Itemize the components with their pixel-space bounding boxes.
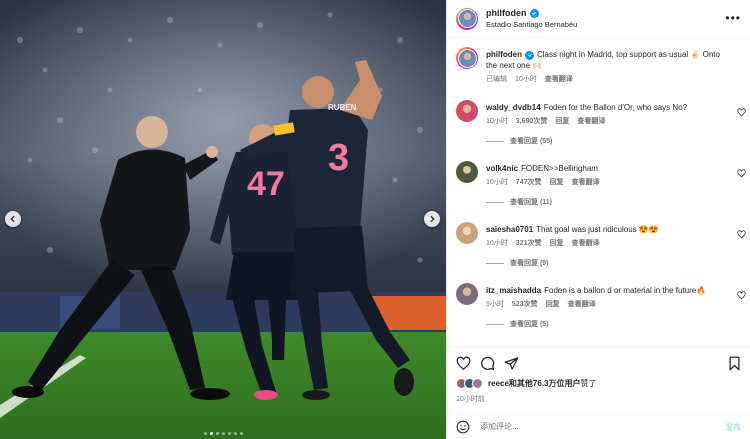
comment-likes[interactable]: 321次赞: [516, 238, 542, 248]
comment-translate-link[interactable]: 查看翻译: [577, 116, 605, 126]
bookmark-icon[interactable]: [727, 356, 742, 371]
verified-badge-icon: [525, 50, 534, 60]
carousel-dot: [203, 432, 207, 435]
caption-time[interactable]: 10小时: [515, 74, 537, 84]
carousel-dot: [215, 432, 219, 435]
view-replies-button[interactable]: 查看回复 (9): [486, 258, 724, 268]
comment-input[interactable]: [480, 422, 710, 431]
carousel-dot: [221, 432, 225, 435]
comment-avatar[interactable]: [456, 100, 478, 122]
view-replies-label: 查看回复 (5): [510, 321, 549, 328]
post-actions-bar: [447, 347, 750, 375]
carousel-dot: [239, 432, 243, 435]
likes-suffix: 赞了: [580, 379, 597, 388]
comment-translate-link[interactable]: 查看翻译: [568, 299, 596, 309]
comment-heart-icon[interactable]: [737, 230, 746, 239]
send-icon[interactable]: [504, 356, 519, 371]
comment-username[interactable]: saiesha0701: [486, 225, 533, 234]
comment-text: Foden for the Ballon d'Or, who says No?: [543, 103, 688, 112]
comment-username[interactable]: volk4nic: [486, 164, 518, 173]
comment-username[interactable]: itz_maishadda: [486, 286, 541, 295]
post-header: philfoden Estadio Santiago Bernabéu •••: [447, 0, 750, 38]
view-replies-button[interactable]: 查看回复 (55): [486, 136, 724, 146]
comment-avatar[interactable]: [456, 161, 478, 183]
view-replies-button[interactable]: 查看回复 (11): [486, 197, 724, 207]
verified-badge-icon: [529, 8, 539, 18]
chevron-right-icon: [430, 215, 435, 223]
post-photo[interactable]: 47 RUBEN 3: [0, 0, 446, 439]
comment-reply-button[interactable]: 回复: [546, 299, 560, 309]
comment-reply-button[interactable]: 回复: [555, 116, 569, 126]
carousel-dot: [227, 432, 231, 435]
carousel-dot: [209, 432, 213, 435]
comment-username[interactable]: waldy_dvdb14: [486, 103, 541, 112]
shirt-number-47: 47: [247, 165, 285, 203]
post-side-panel: philfoden Estadio Santiago Bernabéu ••• …: [446, 0, 750, 439]
comment-reply-button[interactable]: 回复: [549, 238, 563, 248]
comment-heart-icon[interactable]: [737, 169, 746, 178]
comment-likes[interactable]: 3,690次赞: [516, 116, 548, 126]
smiley-icon[interactable]: [456, 420, 470, 434]
caption-edited: 已编辑: [486, 76, 507, 83]
comment-time[interactable]: 10小时: [486, 238, 508, 248]
chevron-left-icon: [10, 215, 15, 223]
celebration-photo: 47 RUBEN 3: [0, 0, 446, 439]
comment-time[interactable]: 10小时: [486, 177, 508, 187]
view-replies-button[interactable]: 查看回复 (5): [486, 319, 724, 329]
comment-time[interactable]: 9小时: [486, 299, 504, 309]
comment-likes[interactable]: 523次赞: [512, 299, 538, 309]
carousel-dot: [233, 432, 237, 435]
likes-summary[interactable]: reece和其他76.3万位用户赞了: [456, 378, 597, 389]
author-avatar[interactable]: [456, 7, 478, 30]
comment-time[interactable]: 10小时: [486, 116, 508, 126]
shirt-number-3: 3: [328, 137, 349, 179]
carousel-prev-button[interactable]: [5, 211, 21, 227]
carousel-next-button[interactable]: [424, 211, 440, 227]
comment-reply-button[interactable]: 回复: [549, 177, 563, 187]
shirt-name: RUBEN: [328, 103, 357, 112]
post-location[interactable]: Estadio Santiago Bernabéu: [486, 20, 577, 29]
comment-avatar[interactable]: [456, 222, 478, 244]
comments-list[interactable]: philfoden Class night in Madrid, top supp…: [447, 45, 750, 345]
caption-avatar[interactable]: [456, 47, 478, 69]
comment-icon[interactable]: [480, 356, 495, 371]
caption-translate-link[interactable]: 查看翻译: [545, 74, 573, 84]
more-horizontal-icon[interactable]: •••: [725, 12, 741, 24]
heart-icon[interactable]: [456, 356, 471, 371]
comment-heart-icon[interactable]: [737, 108, 746, 117]
comment-translate-link[interactable]: 查看翻译: [571, 177, 599, 187]
post-timestamp[interactable]: 10小时前: [456, 394, 485, 404]
post-comment-button[interactable]: 发布: [725, 422, 741, 433]
comment-text: That goal was just ridiculous 😍😍: [536, 225, 659, 234]
comment-avatar[interactable]: [456, 283, 478, 305]
comment-heart-icon[interactable]: [737, 291, 746, 300]
instagram-post-modal: 47 RUBEN 3 philfoden Estadio Santiago Be…: [0, 0, 750, 439]
likes-count[interactable]: 和其他76.3万位用户: [509, 379, 581, 388]
liker-avatar: [472, 378, 483, 389]
view-replies-label: 查看回复 (11): [510, 199, 553, 206]
comment-text: FODEN>>Bellingham: [521, 164, 598, 173]
caption-username[interactable]: philfoden: [486, 50, 522, 59]
carousel-dots: [0, 432, 446, 435]
liker-username[interactable]: reece: [488, 379, 509, 388]
comment-likes[interactable]: 747次赞: [516, 177, 542, 187]
view-replies-label: 查看回复 (55): [510, 138, 553, 145]
comment-text: Foden is a ballon d or material in the f…: [544, 286, 707, 295]
comment-composer: 发布: [447, 413, 750, 439]
comment-translate-link[interactable]: 查看翻译: [571, 238, 599, 248]
view-replies-label: 查看回复 (9): [510, 260, 549, 267]
author-username[interactable]: philfoden: [486, 8, 527, 18]
